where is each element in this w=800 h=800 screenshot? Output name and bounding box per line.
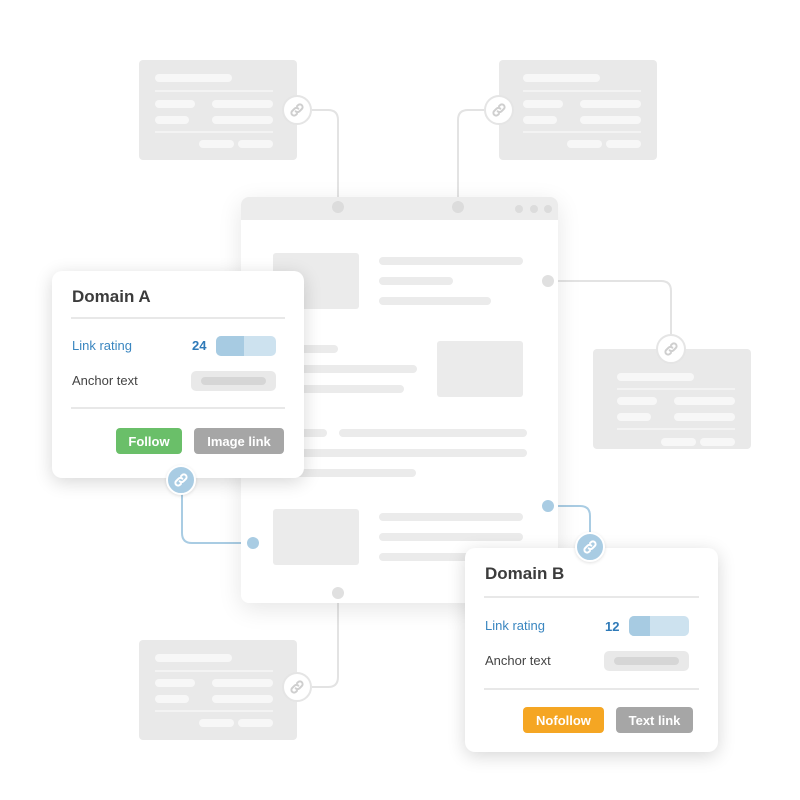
link-icon xyxy=(583,540,597,554)
link-icon xyxy=(492,103,506,117)
follow-button[interactable]: Follow xyxy=(116,428,182,454)
anchor-text-label: Anchor text xyxy=(485,653,551,668)
domain-a-link-badge xyxy=(166,465,196,495)
divider xyxy=(71,407,285,409)
link-icon xyxy=(290,680,304,694)
endpoint-dot xyxy=(542,275,554,287)
link-badge xyxy=(656,334,686,364)
link-rating-label: Link rating xyxy=(72,338,132,353)
divider xyxy=(71,317,285,319)
link-rating-bar-fill xyxy=(629,616,650,636)
link-rating-value: 24 xyxy=(192,338,207,353)
nofollow-button[interactable]: Nofollow xyxy=(523,707,604,733)
domain-a-title: Domain A xyxy=(72,287,151,306)
link-icon xyxy=(174,473,188,487)
link-icon xyxy=(290,103,304,117)
endpoint-dot xyxy=(332,587,344,599)
link-badge xyxy=(484,95,514,125)
link-badge xyxy=(282,672,312,702)
domain-b-card: Domain B Link rating 12 Anchor text Nofo… xyxy=(465,548,718,752)
image-link-button[interactable]: Image link xyxy=(194,428,284,454)
link-rating-label: Link rating xyxy=(485,618,545,633)
endpoint-dot xyxy=(452,201,464,213)
endpoint-dot-active xyxy=(247,537,259,549)
divider xyxy=(484,688,699,690)
link-icon xyxy=(664,342,678,356)
link-rating-value: 12 xyxy=(605,619,620,634)
divider xyxy=(484,596,699,598)
endpoint-dot-active xyxy=(542,500,554,512)
endpoint-dot xyxy=(332,201,344,213)
anchor-text-placeholder xyxy=(191,371,276,391)
link-rating-bar xyxy=(216,336,276,356)
link-badge xyxy=(282,95,312,125)
domain-a-card: Domain A Link rating 24 Anchor text Foll… xyxy=(52,271,304,478)
anchor-text-label: Anchor text xyxy=(72,373,138,388)
domain-b-link-badge xyxy=(575,532,605,562)
text-link-button[interactable]: Text link xyxy=(616,707,693,733)
domain-b-title: Domain B xyxy=(485,564,565,583)
link-rating-bar xyxy=(629,616,689,636)
link-rating-bar-fill xyxy=(216,336,245,356)
anchor-text-placeholder xyxy=(604,651,689,671)
